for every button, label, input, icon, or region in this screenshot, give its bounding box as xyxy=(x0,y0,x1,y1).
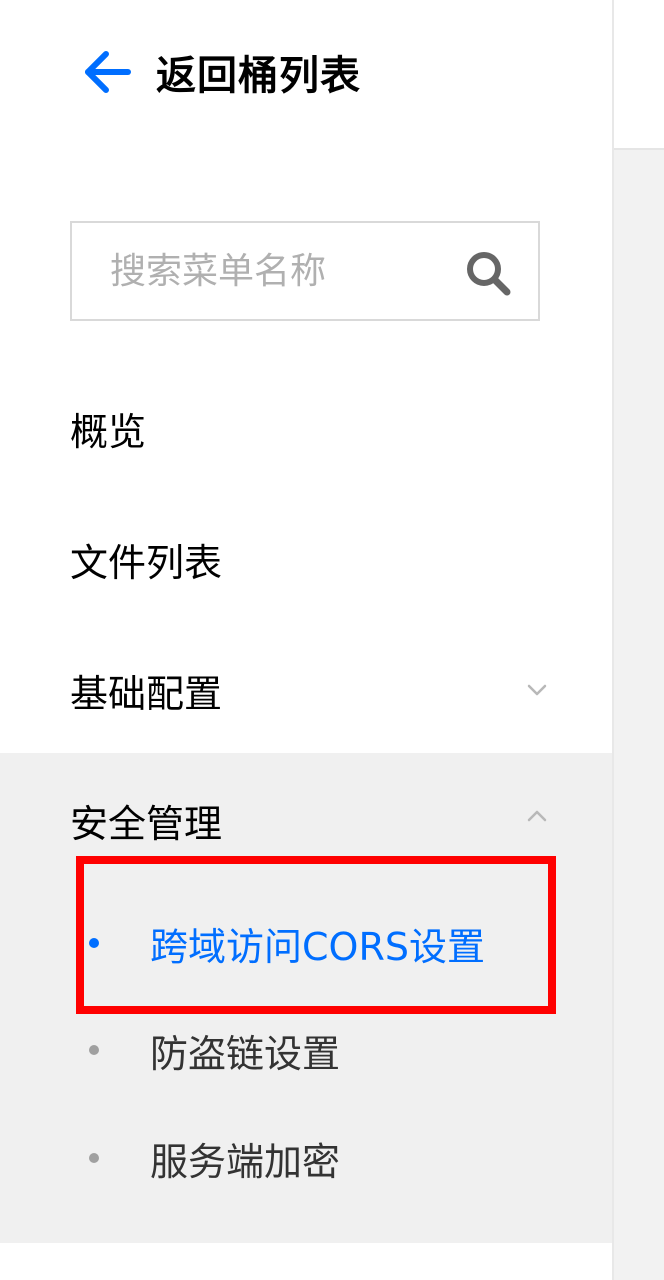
search-input[interactable] xyxy=(108,249,452,293)
chevron-up-icon xyxy=(526,805,548,827)
page: 返回桶列表 概览 文件列表 基础配置 xyxy=(0,0,664,1280)
bullet-dot xyxy=(89,1153,99,1163)
search-icon[interactable] xyxy=(464,249,512,297)
menu-item-label: 概览 xyxy=(70,409,147,454)
bullet-dot xyxy=(89,938,99,948)
submenu-item-label: 防盗链设置 xyxy=(150,1031,341,1076)
menu-item-file-list[interactable]: 文件列表 xyxy=(0,494,612,624)
sidebar: 返回桶列表 概览 文件列表 基础配置 xyxy=(0,0,614,1280)
submenu-item-label: 跨域访问CORS设置 xyxy=(150,924,485,969)
submenu-item-hotlink-protection[interactable]: 防盗链设置 xyxy=(0,1000,612,1100)
menu-item-label: 基础配置 xyxy=(70,671,223,716)
submenu-item-server-side-encryption[interactable]: 服务端加密 xyxy=(0,1108,612,1208)
back-label[interactable]: 返回桶列表 xyxy=(156,43,361,101)
chevron-down-icon xyxy=(526,679,548,701)
menu-item-label: 安全管理 xyxy=(70,801,223,846)
menu-item-label: 文件列表 xyxy=(70,540,223,585)
back-to-bucket-list-button[interactable]: 返回桶列表 xyxy=(80,40,361,104)
menu-item-overview[interactable]: 概览 xyxy=(0,363,612,493)
content-header-area xyxy=(614,0,664,150)
content-area xyxy=(614,150,664,1280)
submenu-item-cors-settings[interactable]: 跨域访问CORS设置 xyxy=(0,893,612,993)
arrow-left-icon[interactable] xyxy=(80,46,132,98)
search-menu-box xyxy=(70,221,540,321)
submenu-item-label: 服务端加密 xyxy=(150,1139,341,1184)
menu-item-basic-config[interactable]: 基础配置 xyxy=(0,625,612,755)
menu-item-security-management[interactable]: 安全管理 xyxy=(0,755,612,885)
bullet-dot xyxy=(89,1045,99,1055)
